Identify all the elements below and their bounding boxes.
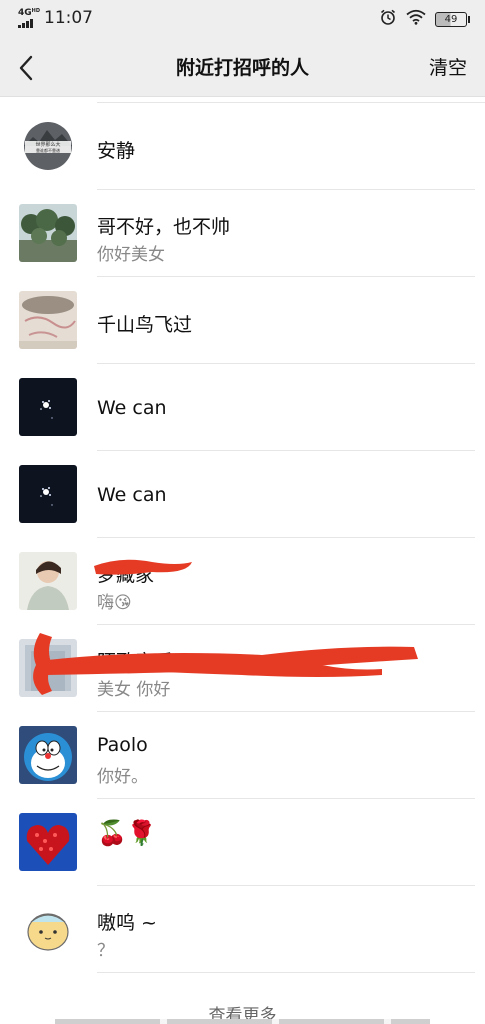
contact-name: Paolo	[97, 734, 148, 756]
list-item[interactable]: 哥不好，也不帅 你好美女	[0, 190, 485, 277]
list-item[interactable]: We can	[0, 451, 485, 538]
alarm-clock-icon	[379, 8, 397, 30]
avatar	[19, 291, 77, 349]
message-preview: ？	[97, 941, 114, 961]
divider	[97, 972, 475, 973]
avatar-text: 靠谁都不靠谱	[36, 147, 60, 153]
screen: 4G HD 11:07 49 附近打招呼的人 清空 世界那么大 靠谁都不靠谱 安…	[0, 0, 485, 1024]
list-item[interactable]: 世界那么大 靠谁都不靠谱 安静	[0, 103, 485, 190]
avatar	[19, 465, 77, 523]
contact-name: 陌歌音乐	[97, 651, 174, 673]
avatar	[19, 639, 77, 697]
status-left: 4G HD 11:07	[18, 8, 93, 28]
bottom-strip	[55, 1019, 430, 1024]
message-preview: 美女 你好	[97, 680, 171, 700]
contact-name: 梦藏家	[97, 564, 155, 586]
contact-name: 安静	[97, 140, 136, 162]
status-time: 11:07	[44, 8, 93, 28]
wifi-icon	[406, 9, 426, 29]
avatar	[19, 726, 77, 784]
clear-button[interactable]: 清空	[429, 40, 467, 96]
contact-name: We can	[97, 484, 167, 506]
list-item[interactable]: 千山鸟飞过	[0, 277, 485, 364]
message-preview: 你好。	[97, 767, 148, 787]
list-item[interactable]: 嗷呜 ~ ？	[0, 886, 485, 973]
avatar: 世界那么大 靠谁都不靠谱	[19, 117, 77, 175]
page-title: 附近打招呼的人	[175, 57, 309, 79]
greeting-list: 世界那么大 靠谁都不靠谱 安静 哥不好，也不帅 你好美女 千山鸟飞过 We ca…	[0, 97, 485, 973]
list-item[interactable]: Paolo 你好。	[0, 712, 485, 799]
network-sub: HD	[31, 7, 40, 14]
battery-icon: 49	[435, 11, 470, 27]
list-item[interactable]: 梦藏家 嗨😘	[0, 538, 485, 625]
list-item[interactable]: 陌歌音乐 美女 你好	[0, 625, 485, 712]
avatar	[19, 813, 77, 871]
contact-name: 嗷呜 ~	[97, 912, 157, 934]
list-item[interactable]: We can	[0, 364, 485, 451]
battery-level: 49	[444, 13, 458, 25]
avatar-text: 世界那么大	[35, 141, 60, 148]
contact-name: 千山鸟飞过	[97, 314, 193, 336]
message-preview: 嗨😘	[97, 593, 132, 613]
network-label: 4G	[18, 7, 32, 18]
avatar	[19, 204, 77, 262]
contact-name: 🍒🌹	[97, 819, 157, 847]
nav-bar: 附近打招呼的人 清空	[0, 40, 485, 97]
signal-icon: 4G HD	[18, 7, 40, 28]
avatar	[19, 900, 77, 958]
status-right: 49	[379, 8, 470, 30]
status-bar: 4G HD 11:07 49	[0, 0, 485, 40]
avatar	[19, 552, 77, 610]
message-preview: 你好美女	[97, 245, 165, 265]
avatar	[19, 378, 77, 436]
list-item[interactable]: 🍒🌹	[0, 799, 485, 886]
contact-name: 哥不好，也不帅	[97, 216, 231, 238]
redaction-scribble	[33, 633, 418, 695]
contact-name: We can	[97, 397, 167, 419]
